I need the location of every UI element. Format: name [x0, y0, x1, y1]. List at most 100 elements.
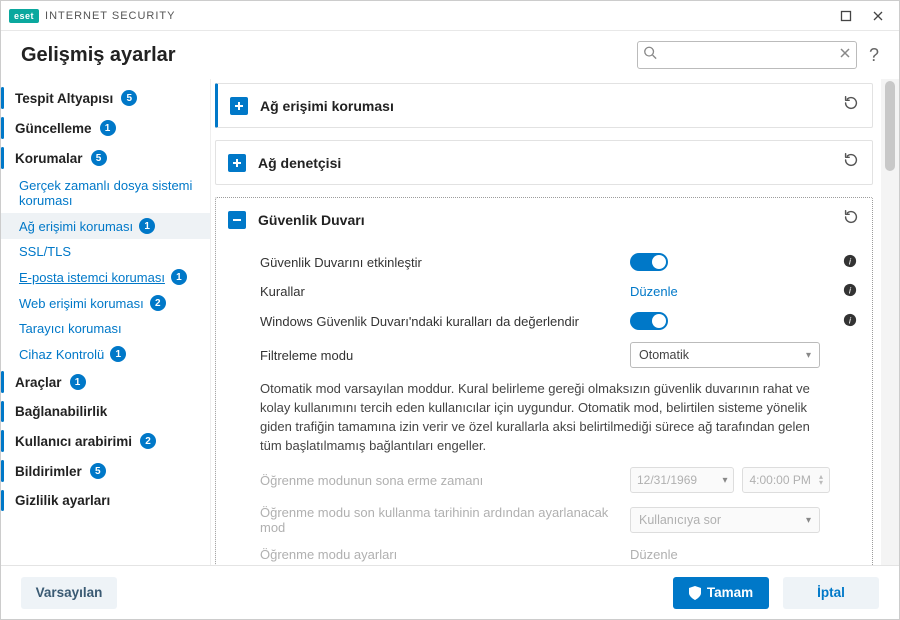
sidebar-item-label: Cihaz Kontrolü: [19, 347, 104, 362]
setting-label: Windows Güvenlik Duvarı'ndaki kuralları …: [260, 314, 620, 329]
sidebar-item-label: Araçlar: [15, 375, 62, 390]
count-badge: 5: [121, 90, 137, 106]
app-window: eset INTERNET SECURITY Gelişmiş ayarlar: [0, 0, 900, 620]
main: Ağ erişimi koruması Ağ denetçisi: [211, 79, 899, 565]
panel-title: Güvenlik Duvarı: [258, 212, 830, 228]
content: Ağ erişimi koruması Ağ denetçisi: [215, 83, 875, 565]
brand-logo: eset: [9, 9, 39, 23]
sidebar-sub-ssl-tls[interactable]: SSL/TLS: [1, 239, 210, 264]
content-scroll[interactable]: Ağ erişimi koruması Ağ denetçisi: [211, 79, 881, 565]
help-button[interactable]: ?: [869, 45, 879, 66]
panel-body: Güvenlik Duvarını etkinleştir i Kurallar: [216, 241, 872, 565]
panel-header[interactable]: Güvenlik Duvarı: [216, 198, 872, 241]
panel-header[interactable]: Ağ erişimi koruması: [218, 84, 872, 127]
panel-title: Ağ erişimi koruması: [260, 98, 830, 114]
toggle-eval-windows-firewall[interactable]: [630, 312, 668, 330]
sidebar-item-privacy-settings[interactable]: Gizlilik ayarları: [1, 486, 210, 515]
vertical-scrollbar[interactable]: [881, 79, 899, 565]
setting-label: Filtreleme modu: [260, 348, 620, 363]
description-text: Otomatik mod varsayılan moddur. Kural be…: [260, 374, 860, 461]
shield-icon: [689, 586, 701, 600]
row-rules: Kurallar Düzenle i: [260, 277, 860, 306]
info-icon[interactable]: i: [840, 254, 860, 271]
sidebar-item-label: Güncelleme: [15, 121, 92, 136]
sidebar-sub-network-access[interactable]: Ağ erişimi koruması 1: [1, 213, 210, 239]
panel-network-access-protection: Ağ erişimi koruması: [215, 83, 873, 128]
product-name: INTERNET SECURITY: [45, 10, 175, 22]
date-input-learning-expiry: 12/31/1969 ▾: [630, 467, 734, 493]
clear-search-icon[interactable]: [839, 46, 851, 64]
footer: Varsayılan Tamam İptal: [1, 565, 899, 619]
expand-icon: [230, 97, 248, 115]
sidebar-item-update[interactable]: Güncelleme 1: [1, 113, 210, 143]
spinner-icon: ▴▾: [819, 474, 823, 486]
sidebar-item-label: Ağ erişimi koruması: [19, 219, 133, 234]
search-area: ?: [637, 41, 879, 69]
info-icon[interactable]: i: [840, 313, 860, 330]
count-badge: 5: [91, 150, 107, 166]
info-icon[interactable]: i: [840, 283, 860, 300]
count-badge: 2: [140, 433, 156, 449]
row-learning-post-mode: Öğrenme modu son kullanma tarihinin ardı…: [260, 499, 860, 541]
date-value: 12/31/1969: [637, 473, 697, 487]
page-title: Gelişmiş ayarlar: [21, 44, 176, 67]
panel-firewall: Güvenlik Duvarı Güvenlik Duvarını etkinl…: [215, 197, 873, 565]
search-icon: [643, 46, 657, 65]
revert-icon[interactable]: [842, 94, 860, 117]
cancel-button[interactable]: İptal: [783, 577, 879, 609]
sidebar-item-label: Tespit Altyapısı: [15, 91, 113, 106]
body: Tespit Altyapısı 5 Güncelleme 1 Korumala…: [1, 79, 899, 565]
sidebar-item-label: Korumalar: [15, 151, 83, 166]
link-edit-rules[interactable]: Düzenle: [630, 284, 678, 299]
setting-label: Güvenlik Duvarını etkinleştir: [260, 255, 620, 270]
time-input-learning-expiry: 4:00:00 PM ▴▾: [742, 467, 830, 493]
window-controls: [833, 5, 891, 27]
sidebar-sub-web-access[interactable]: Web erişimi koruması 2: [1, 290, 210, 316]
footer-right: Tamam İptal: [673, 577, 879, 609]
collapse-icon: [228, 211, 246, 229]
count-badge: 1: [171, 269, 187, 285]
count-badge: 1: [139, 218, 155, 234]
defaults-button[interactable]: Varsayılan: [21, 577, 117, 609]
panel-network-inspector: Ağ denetçisi: [215, 140, 873, 185]
panel-header[interactable]: Ağ denetçisi: [216, 141, 872, 184]
button-label: Tamam: [707, 585, 753, 600]
toggle-enable-firewall[interactable]: [630, 253, 668, 271]
sidebar-sub-email-client[interactable]: E-posta istemci koruması 1: [1, 264, 210, 290]
count-badge: 1: [70, 374, 86, 390]
select-value: Kullanıcıya sor: [639, 513, 721, 527]
ok-button[interactable]: Tamam: [673, 577, 769, 609]
sidebar-item-label: Bildirimler: [15, 464, 82, 479]
close-button[interactable]: [865, 5, 891, 27]
sidebar-sub-realtime[interactable]: Gerçek zamanlı dosya sistemi koruması: [1, 173, 210, 213]
sidebar-item-tools[interactable]: Araçlar 1: [1, 367, 210, 397]
sidebar-sub-browser-protection[interactable]: Tarayıcı koruması: [1, 316, 210, 341]
sidebar-sub-device-control[interactable]: Cihaz Kontrolü 1: [1, 341, 210, 367]
search-input[interactable]: [637, 41, 857, 69]
expand-icon: [228, 154, 246, 172]
select-learning-post-mode: Kullanıcıya sor ▾: [630, 507, 820, 533]
sidebar-item-label: Kullanıcı arabirimi: [15, 434, 132, 449]
sidebar-item-label: SSL/TLS: [19, 244, 71, 259]
sidebar-item-protections[interactable]: Korumalar 5: [1, 143, 210, 173]
sidebar-item-connectivity[interactable]: Bağlanabilirlik: [1, 397, 210, 426]
sidebar-item-detection-engine[interactable]: Tespit Altyapısı 5: [1, 83, 210, 113]
sidebar-item-label: E-posta istemci koruması: [19, 270, 165, 285]
revert-icon[interactable]: [842, 151, 860, 174]
revert-icon[interactable]: [842, 208, 860, 231]
scrollbar-thumb[interactable]: [885, 81, 895, 171]
row-learning-expiry: Öğrenme modunun sona erme zamanı 12/31/1…: [260, 461, 860, 499]
link-edit-learning: Düzenle: [630, 547, 678, 562]
select-filtering-mode[interactable]: Otomatik ▾: [630, 342, 820, 368]
row-learning-settings: Öğrenme modu ayarları Düzenle i: [260, 541, 860, 565]
maximize-button[interactable]: [833, 5, 859, 27]
row-enable-firewall: Güvenlik Duvarını etkinleştir i: [260, 247, 860, 277]
count-badge: 2: [150, 295, 166, 311]
topbar: Gelişmiş ayarlar ?: [1, 31, 899, 79]
sidebar-item-user-interface[interactable]: Kullanıcı arabirimi 2: [1, 426, 210, 456]
chevron-down-icon: ▾: [722, 475, 727, 486]
titlebar: eset INTERNET SECURITY: [1, 1, 899, 31]
setting-label: Kurallar: [260, 284, 620, 299]
sidebar-item-notifications[interactable]: Bildirimler 5: [1, 456, 210, 486]
brand: eset INTERNET SECURITY: [9, 9, 176, 23]
